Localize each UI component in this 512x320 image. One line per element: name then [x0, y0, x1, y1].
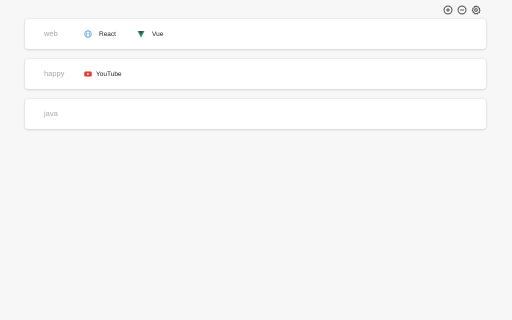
- group-links: YouTube: [84, 59, 143, 89]
- remove-group-button[interactable]: [457, 5, 467, 15]
- group-links: React Vue: [84, 19, 184, 49]
- vue-logo-icon: [137, 30, 145, 38]
- gear-icon: [471, 5, 481, 15]
- group-name[interactable]: web: [44, 19, 58, 49]
- settings-button[interactable]: [471, 5, 481, 15]
- group-card-happy: happy YouTube: [25, 59, 486, 89]
- link-label: Vue: [151, 30, 164, 38]
- group-name[interactable]: java: [44, 99, 58, 129]
- toolbar: [443, 5, 481, 15]
- group-list: web React Vue happy YouTube java: [25, 19, 486, 139]
- add-circle-icon: [443, 5, 453, 15]
- group-card-java: java: [25, 99, 486, 129]
- link-youtube[interactable]: YouTube: [84, 70, 122, 78]
- link-label: React: [99, 30, 116, 38]
- link-vue[interactable]: Vue: [137, 30, 163, 38]
- group-card-web: web React Vue: [25, 19, 486, 49]
- group-name[interactable]: happy: [44, 59, 64, 89]
- link-label: YouTube: [96, 70, 122, 78]
- remove-circle-icon: [457, 5, 467, 15]
- add-group-button[interactable]: [443, 5, 453, 15]
- link-react[interactable]: React: [84, 30, 116, 38]
- youtube-icon: [84, 70, 92, 78]
- globe-icon: [84, 30, 92, 38]
